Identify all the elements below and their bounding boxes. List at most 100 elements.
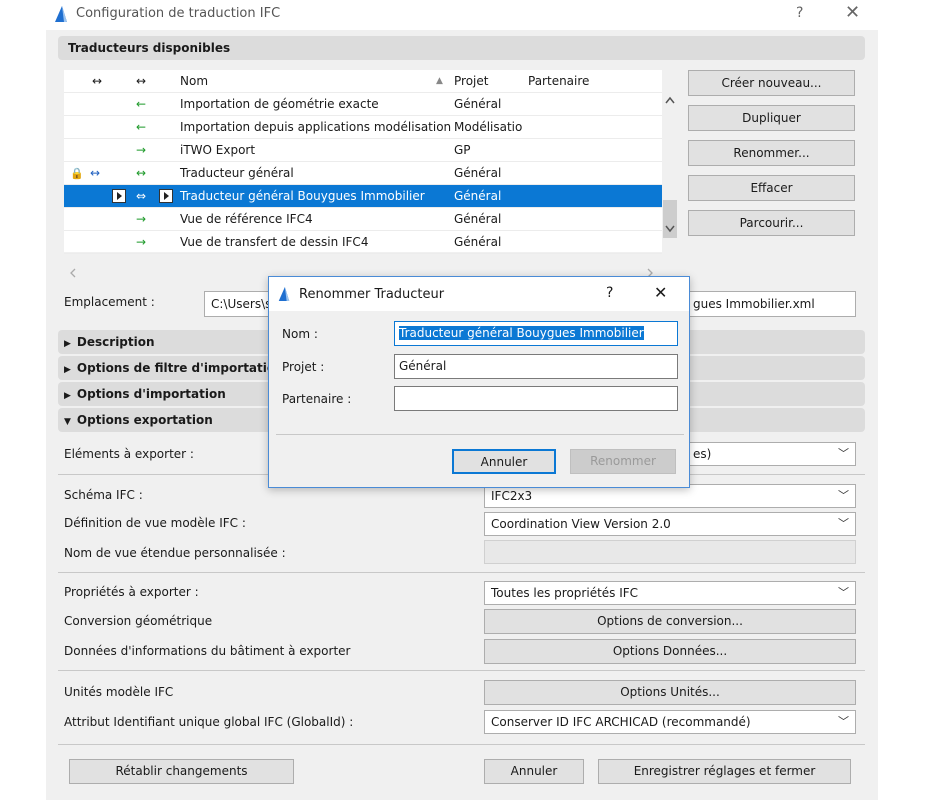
properties-dropdown[interactable]: Toutes les propriétés IFC ﹀ xyxy=(484,581,856,605)
help-icon[interactable]: ? xyxy=(796,5,803,21)
export-arrow-icon: → xyxy=(136,212,147,226)
translators-list[interactable]: ↔ ↔ Nom ▲ Projet Partenaire ← Importatio… xyxy=(64,70,662,254)
window-title: Configuration de traduction IFC xyxy=(76,6,281,21)
dialog-title: Renommer Traducteur xyxy=(299,287,445,302)
archicad-app-icon xyxy=(278,287,290,301)
create-new-button[interactable]: Créer nouveau... xyxy=(688,70,855,96)
project-input[interactable]: Général xyxy=(394,354,678,379)
translator-project: GP xyxy=(454,143,471,157)
name-label: Nom : xyxy=(282,327,318,341)
divider xyxy=(58,744,865,745)
translator-project: Général xyxy=(454,166,502,180)
chevron-down-icon: ﹀ xyxy=(838,489,849,502)
save-and-close-button[interactable]: Enregistrer réglages et fermer xyxy=(598,759,851,784)
elements-dropdown[interactable]: es) ﹀ xyxy=(686,442,856,466)
translators-section-header: Traducteurs disponibles xyxy=(58,36,865,60)
column-projet[interactable]: Projet xyxy=(454,70,488,93)
translator-project: Modélisatio xyxy=(454,120,523,134)
mvd-value: Coordination View Version 2.0 xyxy=(491,517,671,531)
conversion-options-button[interactable]: Options de conversion... xyxy=(484,609,856,634)
location-field-end[interactable]: gues Immobilier.xml xyxy=(686,291,856,317)
expand-arrow-icon: ▶ xyxy=(64,391,71,401)
browse-button[interactable]: Parcourir... xyxy=(688,210,855,236)
section-title: Options d'importation xyxy=(76,387,226,401)
chevron-down-icon: ﹀ xyxy=(838,586,849,599)
partner-input[interactable] xyxy=(394,386,678,411)
list-item[interactable]: 🔒 ↔ ↔ Traducteur général Général xyxy=(64,162,662,185)
name-value: Traducteur général Bouygues Immobilier xyxy=(399,326,644,340)
translator-project: Général xyxy=(454,212,502,226)
section-title: Options de filtre d'importation/ xyxy=(76,361,289,375)
sort-arrow-icon: ▲ xyxy=(436,76,443,86)
import-arrow-icon: ← xyxy=(136,120,147,134)
elements-value: es) xyxy=(693,447,712,461)
units-label: Unités modèle IFC xyxy=(64,685,174,699)
chevron-down-icon: ﹀ xyxy=(838,517,849,530)
project-label: Projet : xyxy=(282,360,325,374)
export-column-icon[interactable]: ↔ xyxy=(136,70,146,93)
column-nom[interactable]: Nom xyxy=(180,70,208,93)
list-item[interactable]: → Vue de transfert de dessin IFC4 Généra… xyxy=(64,231,662,254)
duplicate-button[interactable]: Dupliquer xyxy=(688,105,855,131)
chevron-down-icon: ﹀ xyxy=(838,715,849,728)
dialog-cancel-button[interactable]: Annuler xyxy=(452,449,556,474)
cancel-button[interactable]: Annuler xyxy=(484,759,584,784)
dialog-help-icon[interactable]: ? xyxy=(606,285,613,301)
custom-view-label: Nom de vue étendue personnalisée : xyxy=(64,546,286,560)
project-value: Général xyxy=(399,359,447,373)
properties-value: Toutes les propriétés IFC xyxy=(491,586,639,600)
location-field[interactable]: C:\Users\s xyxy=(204,291,274,317)
direction-column-icon[interactable]: ↔ xyxy=(92,70,102,93)
building-data-label: Données d'informations du bâtiment à exp… xyxy=(64,644,351,658)
scroll-up-icon[interactable] xyxy=(664,95,676,105)
scroll-down-icon[interactable] xyxy=(664,224,676,234)
reset-changes-button[interactable]: Rétablir changements xyxy=(69,759,294,784)
elements-label: Eléments à exporter : xyxy=(64,447,194,461)
location-value-end: gues Immobilier.xml xyxy=(693,297,815,311)
translator-project: Général xyxy=(454,189,502,203)
export-arrow-icon: → xyxy=(136,235,147,249)
bidirectional-arrow-icon: ↔ xyxy=(136,166,147,180)
divider xyxy=(58,572,865,573)
expand-toggle-icon[interactable] xyxy=(159,189,173,203)
dialog-close-icon[interactable]: ✕ xyxy=(654,283,667,302)
mvd-dropdown[interactable]: Coordination View Version 2.0 ﹀ xyxy=(484,512,856,536)
default-direction-icon: ↔ xyxy=(90,166,101,180)
column-partenaire[interactable]: Partenaire xyxy=(528,70,589,93)
list-item[interactable]: ← Importation depuis applications modéli… xyxy=(64,116,662,139)
expand-toggle-icon[interactable] xyxy=(112,189,126,203)
partner-label: Partenaire : xyxy=(282,392,352,406)
section-title: Description xyxy=(76,335,155,349)
geometry-label: Conversion géométrique xyxy=(64,614,213,628)
list-header-row: ↔ ↔ Nom ▲ Projet Partenaire xyxy=(64,70,662,93)
translator-name: Vue de transfert de dessin IFC4 xyxy=(180,235,369,249)
location-value-start: C:\Users\s xyxy=(211,297,272,311)
list-item-selected[interactable]: ⇔ Traducteur général Bouygues Immobilier… xyxy=(64,185,662,208)
expand-arrow-icon: ▶ xyxy=(64,365,71,375)
rename-button[interactable]: Renommer... xyxy=(688,140,855,166)
name-input[interactable]: Traducteur général Bouygues Immobilier xyxy=(394,321,678,346)
dialog-rename-button[interactable]: Renommer xyxy=(570,449,676,474)
ifc-schema-value: IFC2x3 xyxy=(491,489,533,503)
globalid-dropdown[interactable]: Conserver ID IFC ARCHICAD (recommandé) ﹀ xyxy=(484,710,856,734)
custom-view-field xyxy=(484,540,856,564)
translator-project: Général xyxy=(454,235,502,249)
export-arrow-icon: → xyxy=(136,143,147,157)
list-item[interactable]: → Vue de référence IFC4 Général xyxy=(64,208,662,231)
collapse-arrow-icon: ▼ xyxy=(64,417,71,427)
properties-label: Propriétés à exporter : xyxy=(64,585,199,599)
translator-name: Vue de référence IFC4 xyxy=(180,212,313,226)
list-item[interactable]: → iTWO Export GP xyxy=(64,139,662,162)
mvd-label: Définition de vue modèle IFC : xyxy=(64,516,246,530)
ifc-schema-label: Schéma IFC : xyxy=(64,488,143,502)
close-icon[interactable]: ✕ xyxy=(845,2,860,23)
units-options-button[interactable]: Options Unités... xyxy=(484,680,856,705)
translator-project: Général xyxy=(454,97,502,111)
list-item[interactable]: ← Importation de géométrie exacte Généra… xyxy=(64,93,662,116)
data-options-button[interactable]: Options Données... xyxy=(484,639,856,664)
scroll-left-icon[interactable] xyxy=(68,267,78,279)
delete-button[interactable]: Effacer xyxy=(688,175,855,201)
bidirectional-arrow-icon: ⇔ xyxy=(136,189,147,203)
location-label: Emplacement : xyxy=(64,295,155,309)
section-title: Options exportation xyxy=(76,413,213,427)
